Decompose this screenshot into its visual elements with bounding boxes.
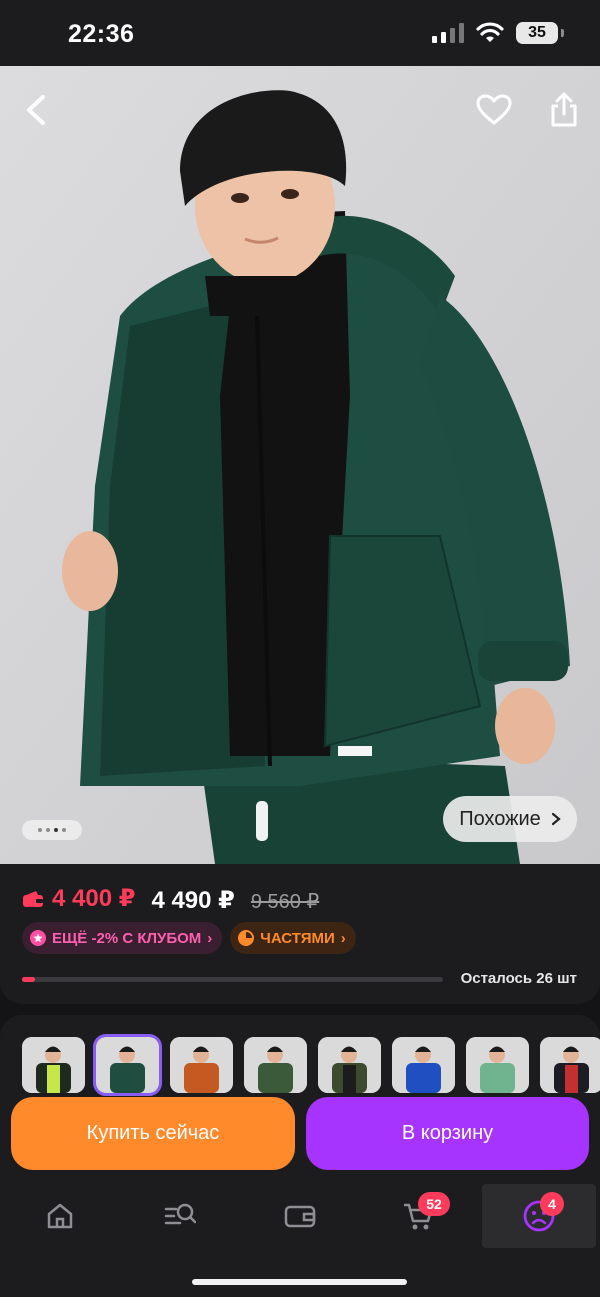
wallet-icon	[284, 1205, 316, 1228]
stock-remaining: Осталось 26 шт	[460, 970, 577, 987]
variant-thumbnail[interactable]	[466, 1037, 529, 1093]
club-discount-badge[interactable]: ЕЩЁ -2% С КЛУБОМ ›	[22, 922, 223, 954]
variant-thumbnail[interactable]	[540, 1037, 600, 1093]
tab-home[interactable]	[30, 1186, 90, 1246]
chevron-right-icon	[551, 812, 561, 826]
status-bar: 22:36 35	[0, 0, 600, 66]
heart-icon	[476, 94, 512, 125]
status-time: 22:36	[68, 20, 135, 48]
product-image[interactable]: Похожие	[0, 66, 600, 864]
variant-photo	[22, 1037, 85, 1093]
buy-now-button[interactable]: Купить сейчас	[11, 1097, 295, 1170]
profile-count-badge: 4	[540, 1192, 564, 1216]
signal-icon	[432, 23, 464, 43]
similar-label: Похожие	[459, 807, 541, 830]
status-icons: 35	[432, 22, 564, 44]
page-dot	[38, 828, 42, 832]
card-price: 4 400 ₽	[22, 884, 135, 913]
page-dot-active	[54, 828, 58, 832]
regular-price: 4 490 ₽	[151, 886, 235, 914]
pie-chart-icon	[238, 930, 255, 946]
variant-thumbnail[interactable]	[170, 1037, 233, 1093]
variant-thumbnail[interactable]	[392, 1037, 455, 1093]
promo-badges: ЕЩЁ -2% С КЛУБОМ › ЧАСТЯМИ ›	[22, 922, 356, 954]
wallet-icon	[23, 890, 43, 907]
bottom-tab-bar: 52 4	[0, 1180, 600, 1250]
image-pagination	[22, 820, 82, 840]
old-price: 9 560 ₽	[250, 890, 320, 913]
stock-progress-bar	[22, 977, 443, 982]
product-photo	[0, 66, 600, 864]
variant-photo	[540, 1037, 600, 1093]
add-to-cart-button[interactable]: В корзину	[306, 1097, 589, 1170]
variant-thumbnail[interactable]	[22, 1037, 85, 1093]
tab-catalog[interactable]	[150, 1186, 210, 1246]
variant-thumbnail-selected[interactable]	[93, 1034, 162, 1096]
chevron-right-icon: ›	[340, 929, 346, 947]
favorite-button[interactable]	[474, 90, 514, 130]
variant-photo	[318, 1037, 381, 1093]
catalog-search-icon	[164, 1203, 196, 1225]
variant-thumbnail[interactable]	[318, 1037, 381, 1093]
installment-badge[interactable]: ЧАСТЯМИ ›	[230, 922, 356, 954]
back-button[interactable]	[16, 90, 56, 130]
home-icon	[47, 1203, 73, 1229]
chevron-right-icon: ›	[207, 929, 213, 947]
cart-count-badge: 52	[418, 1192, 450, 1216]
variant-photo	[392, 1037, 455, 1093]
page-dot	[46, 828, 50, 832]
variant-photo	[244, 1037, 307, 1093]
wifi-icon	[476, 22, 504, 42]
page-dot	[62, 828, 66, 832]
installment-label: ЧАСТЯМИ	[260, 929, 335, 947]
price-section: 4 400 ₽ 4 490 ₽ 9 560 ₽ ЕЩЁ -2% С КЛУБОМ…	[0, 864, 600, 1004]
tab-profile[interactable]: 4	[482, 1184, 596, 1248]
chevron-left-icon	[27, 95, 45, 125]
price-row: 4 400 ₽ 4 490 ₽ 9 560 ₽	[22, 884, 319, 915]
tab-wallet[interactable]	[270, 1186, 330, 1246]
club-discount-label: ЕЩЁ -2% С КЛУБОМ	[52, 929, 202, 947]
stock-progress-fill	[22, 977, 35, 982]
variant-photo	[170, 1037, 233, 1093]
battery-indicator: 35	[516, 22, 564, 44]
tab-cart[interactable]: 52	[388, 1186, 450, 1246]
home-indicator	[192, 1279, 407, 1285]
share-button[interactable]	[544, 90, 584, 130]
share-icon	[551, 92, 577, 127]
similar-button[interactable]: Похожие	[443, 796, 577, 842]
variant-photo	[466, 1037, 529, 1093]
color-variants	[22, 1034, 600, 1096]
card-price-value: 4 400 ₽	[52, 885, 136, 912]
variant-photo	[96, 1037, 159, 1093]
club-icon	[30, 930, 46, 946]
variant-thumbnail[interactable]	[244, 1037, 307, 1093]
